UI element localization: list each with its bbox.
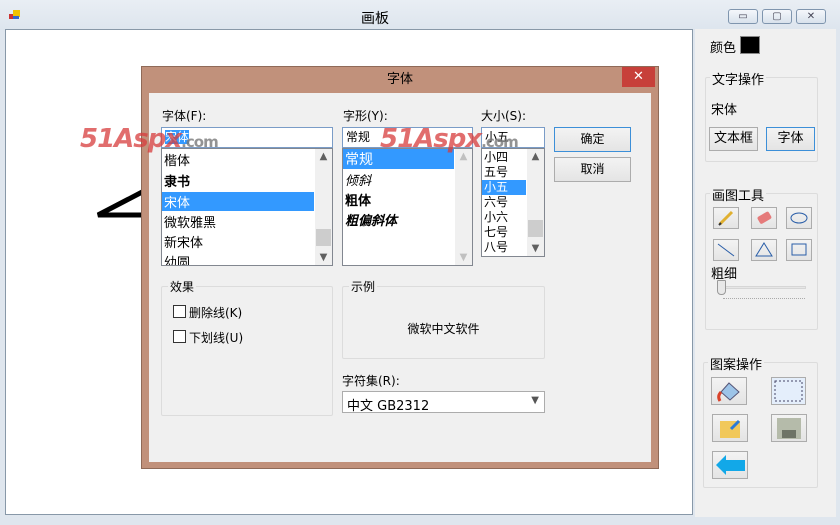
sample-title: 示例 xyxy=(349,278,378,295)
color-swatch[interactable] xyxy=(740,36,760,54)
scroll-up-icon[interactable]: ▲ xyxy=(315,151,332,162)
triangle-icon xyxy=(755,242,773,257)
font-list[interactable]: 楷体 隶书 宋体 微软雅黑 新宋体 幼圆 ▲ ▼ xyxy=(161,148,333,266)
size-item-selected[interactable]: 小五 xyxy=(482,180,526,195)
close-button[interactable]: ✕ xyxy=(796,9,826,24)
cancel-button[interactable]: 取消 xyxy=(554,157,631,182)
ok-button[interactable]: 确定 xyxy=(554,127,631,152)
watermark-logo: 51Aspx.com xyxy=(80,124,219,154)
slider-ticks xyxy=(723,298,805,301)
underline-label[interactable]: 下划线(U) xyxy=(189,329,243,346)
effects-group xyxy=(161,286,333,416)
pencil-button[interactable] xyxy=(713,207,739,229)
scroll-thumb[interactable] xyxy=(316,229,331,246)
eraser-button[interactable] xyxy=(751,207,777,229)
watermark-logo: 51Aspx.com xyxy=(380,124,519,154)
minimize-button[interactable]: ▭ xyxy=(728,9,758,24)
font-item[interactable]: 幼圆 xyxy=(162,252,332,265)
maximize-button[interactable]: ▢ xyxy=(762,9,792,24)
color-label: 颜色 xyxy=(710,41,737,56)
pattern-ops-title: 图案操作 xyxy=(708,354,765,373)
font-item[interactable]: 微软雅黑 xyxy=(162,212,332,231)
font-item[interactable]: 新宋体 xyxy=(162,232,332,251)
size-label: 大小(S): xyxy=(481,109,527,123)
rectangle-button[interactable] xyxy=(786,239,812,261)
chevron-down-icon: ▼ xyxy=(531,395,539,406)
paint-bucket-icon xyxy=(717,382,740,402)
open-folder-icon xyxy=(720,419,741,438)
style-list[interactable]: 常规 倾斜 粗体 粗偏斜体 ▲ ▼ xyxy=(342,148,473,266)
underline-checkbox[interactable] xyxy=(173,330,186,343)
size-list[interactable]: 小四 五号 小五 六号 小六 七号 八号 ▲ ▼ xyxy=(481,148,545,257)
window-title: 画板 xyxy=(361,11,389,27)
scroll-thumb[interactable] xyxy=(528,220,543,237)
scroll-down-icon[interactable]: ▼ xyxy=(527,243,544,254)
style-item[interactable]: 粗体 xyxy=(343,190,472,209)
font-item[interactable]: 隶书 xyxy=(162,171,332,190)
ellipse-icon xyxy=(790,212,808,224)
selection-icon xyxy=(774,380,803,402)
triangle-button[interactable] xyxy=(751,239,777,261)
textbox-button[interactable]: 文本框 xyxy=(709,127,758,151)
style-list-scrollbar: ▲ ▼ xyxy=(455,149,472,265)
pencil-icon xyxy=(718,210,734,226)
rectangle-icon xyxy=(791,243,807,256)
charset-select[interactable]: 中文 GB2312 ▼ xyxy=(342,391,545,414)
font-item-selected[interactable]: 宋体 xyxy=(162,192,314,211)
size-list-scrollbar[interactable]: ▲ ▼ xyxy=(527,149,544,256)
open-button[interactable] xyxy=(712,414,748,442)
eraser-icon xyxy=(757,211,772,224)
dialog-title: 字体 xyxy=(386,72,413,87)
thickness-slider[interactable] xyxy=(718,286,806,289)
dialog-close-button[interactable]: ✕ xyxy=(622,67,655,87)
save-button[interactable] xyxy=(771,414,807,442)
draw-tools-title: 画图工具 xyxy=(710,185,767,204)
font-label: 字体(F): xyxy=(162,109,207,123)
strikeout-label[interactable]: 删除线(K) xyxy=(189,304,242,321)
text-ops-title: 文字操作 xyxy=(710,69,767,88)
scroll-down-icon: ▼ xyxy=(459,252,468,263)
back-button[interactable] xyxy=(712,451,748,479)
select-button[interactable] xyxy=(771,377,806,405)
style-item[interactable]: 倾斜 xyxy=(343,170,472,189)
charset-value: 中文 GB2312 xyxy=(347,399,430,414)
side-panel: 颜色 文字操作 宋体 文本框 字体 画图工具 粗细 图案操作 xyxy=(695,29,836,517)
line-icon xyxy=(717,243,735,257)
scroll-down-icon[interactable]: ▼ xyxy=(315,252,332,263)
ellipse-button[interactable] xyxy=(786,207,812,229)
sample-text: 微软中文软件 xyxy=(407,322,480,336)
line-button[interactable] xyxy=(713,239,739,261)
strikeout-checkbox[interactable] xyxy=(173,305,186,318)
effects-title: 效果 xyxy=(168,278,197,295)
charset-label: 字符集(R): xyxy=(342,374,400,388)
font-list-scrollbar[interactable]: ▲ ▼ xyxy=(315,149,332,265)
thickness-slider-thumb[interactable] xyxy=(717,280,726,295)
font-button[interactable]: 字体 xyxy=(766,127,815,151)
left-arrow-icon xyxy=(716,455,745,475)
style-label: 字形(Y): xyxy=(343,109,388,123)
scroll-up-icon[interactable]: ▲ xyxy=(527,151,544,162)
style-item[interactable]: 粗偏斜体 xyxy=(343,210,472,229)
current-font-label: 宋体 xyxy=(711,103,738,118)
fill-button[interactable] xyxy=(711,377,747,405)
floppy-disk-icon xyxy=(777,418,801,439)
